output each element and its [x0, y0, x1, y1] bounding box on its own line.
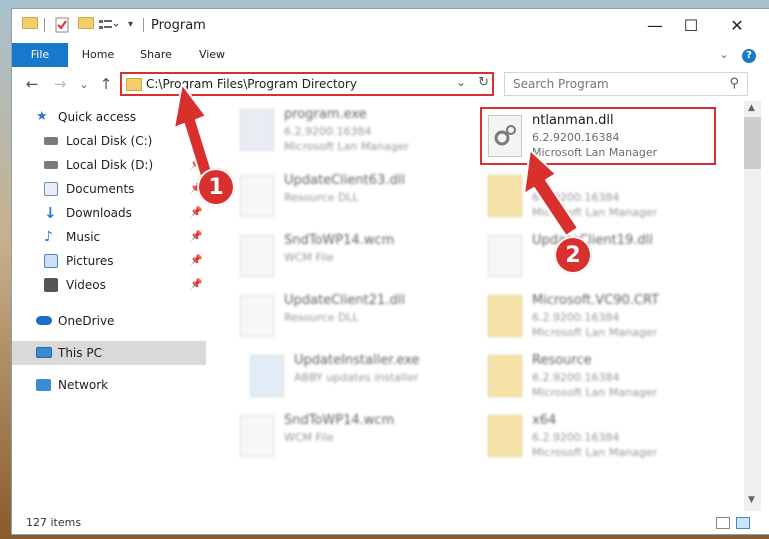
step-badge-1: 1 [197, 168, 235, 206]
arrow-2 [523, 149, 579, 237]
annotation-arrows [173, 83, 579, 237]
step-badge-2: 2 [554, 236, 592, 274]
arrow-1 [173, 83, 215, 183]
